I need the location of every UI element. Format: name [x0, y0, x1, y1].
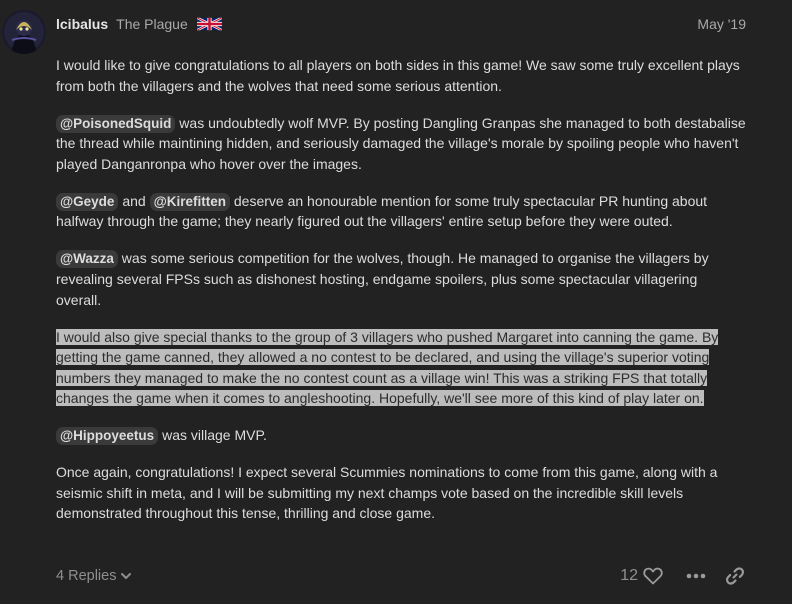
post-paragraph: I would like to give congratulations to …: [56, 55, 746, 96]
username[interactable]: lcibalus: [56, 16, 108, 32]
post-body: I would like to give congratulations to …: [56, 55, 746, 540]
post-paragraph: @Hippoyeetus was village MVP.: [56, 425, 746, 446]
post-meta: lcibalus The Plague: [56, 14, 222, 34]
paragraph-text: was some serious competition for the wol…: [56, 250, 709, 308]
post-paragraph: @Geyde and @Kirefitten deserve an honour…: [56, 191, 746, 232]
mention-link[interactable]: @Hippoyeetus: [56, 427, 159, 446]
post-paragraph: @Wazza was some serious competition for …: [56, 248, 746, 310]
avatar[interactable]: [2, 10, 46, 54]
like-button[interactable]: [642, 565, 664, 587]
replies-button[interactable]: 4 Replies: [56, 568, 132, 584]
like-count[interactable]: 12: [620, 567, 638, 585]
ellipsis-icon: [686, 573, 706, 579]
post-date[interactable]: May '19: [697, 16, 746, 32]
share-button[interactable]: [724, 565, 746, 587]
mention-link[interactable]: @Geyde: [56, 192, 119, 211]
post-footer: 4 Replies 12: [56, 563, 746, 589]
link-icon: [725, 567, 745, 585]
post-paragraph: @PoisonedSquid was undoubtedly wolf MVP.…: [56, 113, 746, 175]
mention-link[interactable]: @Wazza: [56, 250, 118, 269]
paragraph-text: was village MVP.: [158, 427, 267, 444]
mention-link[interactable]: @PoisonedSquid: [56, 114, 176, 133]
chevron-down-icon: [121, 573, 132, 579]
uk-flag-icon: [196, 16, 222, 32]
paragraph-text: Once again, congratulations! I expect se…: [56, 464, 718, 522]
paragraph-text: and: [118, 192, 150, 209]
post-paragraph: Once again, congratulations! I expect se…: [56, 462, 746, 524]
paragraph-text: I would like to give congratulations to …: [56, 57, 740, 94]
mention-link[interactable]: @Kirefitten: [149, 192, 230, 211]
post-paragraph-selected: I would also give special thanks to the …: [56, 327, 746, 409]
more-actions-button[interactable]: [684, 565, 708, 587]
post-actions: 12: [620, 565, 746, 587]
heart-icon: [643, 567, 663, 585]
selected-text: I would also give special thanks to the …: [56, 328, 719, 407]
user-title: The Plague: [116, 16, 188, 32]
topic-post: lcibalus The Plague May '19 I would like…: [0, 0, 792, 604]
replies-label: 4 Replies: [56, 568, 117, 584]
